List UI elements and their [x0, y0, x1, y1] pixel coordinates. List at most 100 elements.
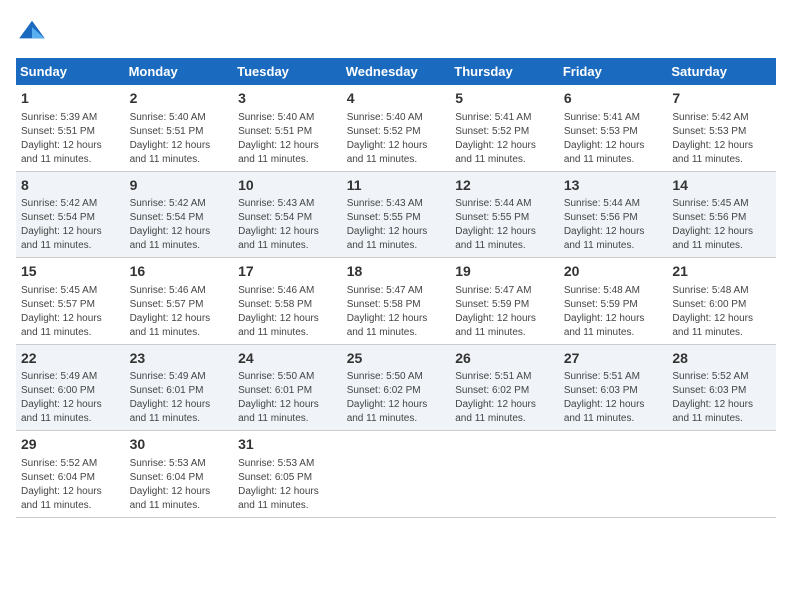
day-info: Sunrise: 5:45 AMSunset: 5:56 PMDaylight:… [672, 197, 771, 253]
day-number: 14 [672, 176, 771, 196]
day-cell: 17 Sunrise: 5:46 AMSunset: 5:58 PMDaylig… [233, 258, 342, 345]
day-info: Sunrise: 5:51 AMSunset: 6:03 PMDaylight:… [564, 370, 663, 426]
day-cell: 2 Sunrise: 5:40 AMSunset: 5:51 PMDayligh… [125, 85, 234, 171]
day-cell: 13 Sunrise: 5:44 AMSunset: 5:56 PMDaylig… [559, 171, 668, 258]
column-headers: SundayMondayTuesdayWednesdayThursdayFrid… [16, 58, 776, 85]
day-number: 28 [672, 349, 771, 369]
day-cell: 18 Sunrise: 5:47 AMSunset: 5:58 PMDaylig… [342, 258, 451, 345]
day-info: Sunrise: 5:48 AMSunset: 5:59 PMDaylight:… [564, 284, 663, 340]
day-number: 6 [564, 89, 663, 109]
day-info: Sunrise: 5:48 AMSunset: 6:00 PMDaylight:… [672, 284, 771, 340]
day-cell [559, 431, 668, 518]
day-cell: 6 Sunrise: 5:41 AMSunset: 5:53 PMDayligh… [559, 85, 668, 171]
day-number: 7 [672, 89, 771, 109]
day-number: 1 [21, 89, 120, 109]
day-number: 27 [564, 349, 663, 369]
day-info: Sunrise: 5:45 AMSunset: 5:57 PMDaylight:… [21, 284, 120, 340]
day-info: Sunrise: 5:50 AMSunset: 6:01 PMDaylight:… [238, 370, 337, 426]
column-header-sunday: Sunday [16, 58, 125, 85]
day-cell [667, 431, 776, 518]
day-number: 25 [347, 349, 446, 369]
page-header [16, 16, 776, 48]
day-cell: 3 Sunrise: 5:40 AMSunset: 5:51 PMDayligh… [233, 85, 342, 171]
day-info: Sunrise: 5:51 AMSunset: 6:02 PMDaylight:… [455, 370, 554, 426]
day-number: 31 [238, 435, 337, 455]
day-info: Sunrise: 5:47 AMSunset: 5:58 PMDaylight:… [347, 284, 446, 340]
column-header-saturday: Saturday [667, 58, 776, 85]
day-info: Sunrise: 5:52 AMSunset: 6:04 PMDaylight:… [21, 457, 120, 513]
column-header-friday: Friday [559, 58, 668, 85]
day-cell: 20 Sunrise: 5:48 AMSunset: 5:59 PMDaylig… [559, 258, 668, 345]
day-cell: 30 Sunrise: 5:53 AMSunset: 6:04 PMDaylig… [125, 431, 234, 518]
day-cell: 1 Sunrise: 5:39 AMSunset: 5:51 PMDayligh… [16, 85, 125, 171]
day-number: 18 [347, 262, 446, 282]
day-cell: 24 Sunrise: 5:50 AMSunset: 6:01 PMDaylig… [233, 344, 342, 431]
day-info: Sunrise: 5:53 AMSunset: 6:05 PMDaylight:… [238, 457, 337, 513]
day-cell: 7 Sunrise: 5:42 AMSunset: 5:53 PMDayligh… [667, 85, 776, 171]
day-number: 3 [238, 89, 337, 109]
day-number: 19 [455, 262, 554, 282]
column-header-tuesday: Tuesday [233, 58, 342, 85]
day-cell: 29 Sunrise: 5:52 AMSunset: 6:04 PMDaylig… [16, 431, 125, 518]
day-info: Sunrise: 5:46 AMSunset: 5:57 PMDaylight:… [130, 284, 229, 340]
day-info: Sunrise: 5:46 AMSunset: 5:58 PMDaylight:… [238, 284, 337, 340]
day-cell: 27 Sunrise: 5:51 AMSunset: 6:03 PMDaylig… [559, 344, 668, 431]
day-info: Sunrise: 5:40 AMSunset: 5:51 PMDaylight:… [130, 111, 229, 167]
day-number: 24 [238, 349, 337, 369]
day-cell: 15 Sunrise: 5:45 AMSunset: 5:57 PMDaylig… [16, 258, 125, 345]
day-info: Sunrise: 5:40 AMSunset: 5:52 PMDaylight:… [347, 111, 446, 167]
day-cell: 23 Sunrise: 5:49 AMSunset: 6:01 PMDaylig… [125, 344, 234, 431]
day-cell: 4 Sunrise: 5:40 AMSunset: 5:52 PMDayligh… [342, 85, 451, 171]
logo [16, 16, 52, 48]
day-cell [450, 431, 559, 518]
day-number: 9 [130, 176, 229, 196]
day-number: 16 [130, 262, 229, 282]
day-number: 20 [564, 262, 663, 282]
day-cell: 21 Sunrise: 5:48 AMSunset: 6:00 PMDaylig… [667, 258, 776, 345]
day-cell: 26 Sunrise: 5:51 AMSunset: 6:02 PMDaylig… [450, 344, 559, 431]
day-info: Sunrise: 5:41 AMSunset: 5:53 PMDaylight:… [564, 111, 663, 167]
day-number: 2 [130, 89, 229, 109]
day-cell: 28 Sunrise: 5:52 AMSunset: 6:03 PMDaylig… [667, 344, 776, 431]
day-info: Sunrise: 5:47 AMSunset: 5:59 PMDaylight:… [455, 284, 554, 340]
week-row-1: 1 Sunrise: 5:39 AMSunset: 5:51 PMDayligh… [16, 85, 776, 171]
day-number: 26 [455, 349, 554, 369]
logo-icon [16, 16, 48, 48]
day-cell: 19 Sunrise: 5:47 AMSunset: 5:59 PMDaylig… [450, 258, 559, 345]
day-number: 15 [21, 262, 120, 282]
day-info: Sunrise: 5:40 AMSunset: 5:51 PMDaylight:… [238, 111, 337, 167]
day-cell: 31 Sunrise: 5:53 AMSunset: 6:05 PMDaylig… [233, 431, 342, 518]
column-header-wednesday: Wednesday [342, 58, 451, 85]
day-number: 11 [347, 176, 446, 196]
day-cell: 14 Sunrise: 5:45 AMSunset: 5:56 PMDaylig… [667, 171, 776, 258]
day-number: 12 [455, 176, 554, 196]
week-row-5: 29 Sunrise: 5:52 AMSunset: 6:04 PMDaylig… [16, 431, 776, 518]
day-number: 10 [238, 176, 337, 196]
day-cell: 10 Sunrise: 5:43 AMSunset: 5:54 PMDaylig… [233, 171, 342, 258]
day-info: Sunrise: 5:44 AMSunset: 5:56 PMDaylight:… [564, 197, 663, 253]
day-info: Sunrise: 5:42 AMSunset: 5:54 PMDaylight:… [21, 197, 120, 253]
day-cell: 9 Sunrise: 5:42 AMSunset: 5:54 PMDayligh… [125, 171, 234, 258]
day-number: 8 [21, 176, 120, 196]
day-number: 30 [130, 435, 229, 455]
day-cell: 25 Sunrise: 5:50 AMSunset: 6:02 PMDaylig… [342, 344, 451, 431]
calendar-table: SundayMondayTuesdayWednesdayThursdayFrid… [16, 58, 776, 518]
week-row-4: 22 Sunrise: 5:49 AMSunset: 6:00 PMDaylig… [16, 344, 776, 431]
day-cell: 8 Sunrise: 5:42 AMSunset: 5:54 PMDayligh… [16, 171, 125, 258]
day-info: Sunrise: 5:43 AMSunset: 5:54 PMDaylight:… [238, 197, 337, 253]
day-info: Sunrise: 5:49 AMSunset: 6:01 PMDaylight:… [130, 370, 229, 426]
day-cell: 5 Sunrise: 5:41 AMSunset: 5:52 PMDayligh… [450, 85, 559, 171]
day-info: Sunrise: 5:49 AMSunset: 6:00 PMDaylight:… [21, 370, 120, 426]
day-info: Sunrise: 5:43 AMSunset: 5:55 PMDaylight:… [347, 197, 446, 253]
day-number: 17 [238, 262, 337, 282]
day-cell [342, 431, 451, 518]
day-cell: 16 Sunrise: 5:46 AMSunset: 5:57 PMDaylig… [125, 258, 234, 345]
column-header-monday: Monday [125, 58, 234, 85]
day-number: 13 [564, 176, 663, 196]
day-info: Sunrise: 5:50 AMSunset: 6:02 PMDaylight:… [347, 370, 446, 426]
day-info: Sunrise: 5:41 AMSunset: 5:52 PMDaylight:… [455, 111, 554, 167]
day-info: Sunrise: 5:42 AMSunset: 5:54 PMDaylight:… [130, 197, 229, 253]
day-info: Sunrise: 5:53 AMSunset: 6:04 PMDaylight:… [130, 457, 229, 513]
day-cell: 12 Sunrise: 5:44 AMSunset: 5:55 PMDaylig… [450, 171, 559, 258]
week-row-3: 15 Sunrise: 5:45 AMSunset: 5:57 PMDaylig… [16, 258, 776, 345]
